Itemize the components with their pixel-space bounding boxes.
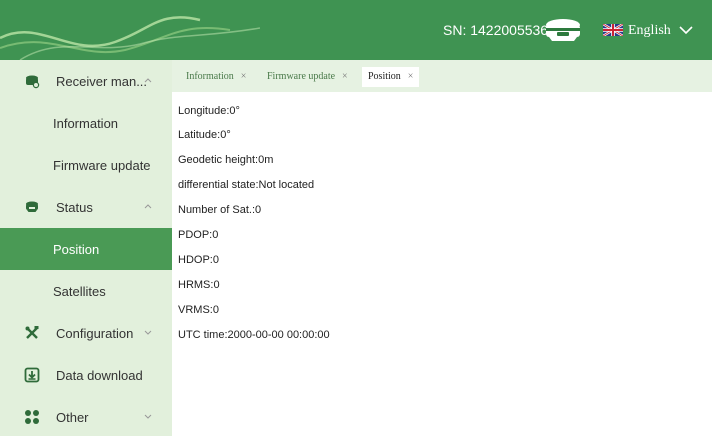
chevron-up-icon — [144, 204, 152, 209]
decorative-waves — [0, 16, 260, 60]
chevron-down-icon — [144, 330, 152, 335]
sidebar-item-configuration[interactable]: Configuration — [0, 312, 172, 354]
differential-state-value: differential state:Not located — [178, 179, 315, 191]
utc-time-value: UTC time:2000-00-00 00:00:00 — [178, 329, 330, 341]
sidebar-item-data-download[interactable]: Data download — [0, 354, 172, 396]
tab-information[interactable]: Information × — [186, 67, 246, 87]
sidebar-item-label: Configuration — [56, 325, 134, 341]
uk-flag-icon — [603, 24, 623, 36]
tab-label: Information — [186, 71, 234, 82]
sidebar-item-label: Receiver man... — [56, 73, 148, 89]
longitude-value: Longitude:0° — [178, 105, 240, 117]
tab-label: Position — [368, 71, 401, 82]
sidebar-item-firmware-update[interactable]: Firmware update — [0, 144, 172, 186]
latitude-value: Latitude:0° — [178, 129, 231, 141]
sidebar-item-label: Position — [53, 241, 100, 257]
tab-label: Firmware update — [267, 71, 336, 82]
sidebar-item-label: Firmware update — [53, 157, 151, 173]
hrms-value: HRMS:0 — [178, 279, 220, 291]
sidebar-item-satellites[interactable]: Satellites — [0, 270, 172, 312]
number-of-sat-value: Number of Sat.:0 — [178, 204, 262, 216]
hdop-value: HDOP:0 — [178, 254, 219, 266]
close-icon[interactable]: × — [241, 71, 247, 82]
close-icon[interactable]: × — [342, 71, 348, 82]
tab-firmware-update[interactable]: Firmware update × — [267, 67, 348, 87]
tab-position[interactable]: Position × — [362, 67, 420, 87]
close-icon[interactable]: × — [408, 71, 414, 82]
vrms-value: VRMS:0 — [178, 304, 219, 316]
serial-number: SN: 1422005536 — [443, 22, 549, 38]
sidebar-item-label: Satellites — [53, 283, 106, 299]
sidebar-item-other[interactable]: Other — [0, 396, 172, 438]
top-header-bar: SN: 1422005536 English — [0, 0, 712, 60]
chevron-down-icon[interactable] — [678, 22, 694, 38]
tab-bar: Information × Firmware update × Position × — [172, 60, 712, 92]
sidebar-item-status[interactable]: Status — [0, 186, 172, 228]
pdop-value: PDOP:0 — [178, 229, 219, 241]
sidebar-item-label: Status — [56, 199, 93, 215]
tools-icon — [25, 326, 39, 339]
sidebar-item-label: Information — [53, 115, 119, 131]
download-icon — [24, 367, 40, 383]
sidebar-item-information[interactable]: Information — [0, 102, 172, 144]
sidebar-item-label: Other — [56, 409, 89, 425]
chevron-up-icon — [144, 78, 152, 83]
sidebar-item-receiver-management[interactable]: Receiver man... — [0, 60, 172, 102]
sidebar-item-label: Data download — [56, 367, 143, 383]
gnss-receiver-icon — [546, 19, 580, 41]
geodetic-height-value: Geodetic height:0m — [178, 154, 274, 166]
sidebar-item-position[interactable]: Position — [0, 228, 172, 270]
chevron-down-icon — [144, 414, 152, 419]
sidebar: Receiver man... Information Firmware upd… — [0, 60, 172, 436]
status-device-icon — [26, 201, 38, 212]
receiver-icon — [26, 75, 40, 89]
grid-icon — [25, 410, 39, 424]
language-selector[interactable]: English — [628, 19, 671, 43]
